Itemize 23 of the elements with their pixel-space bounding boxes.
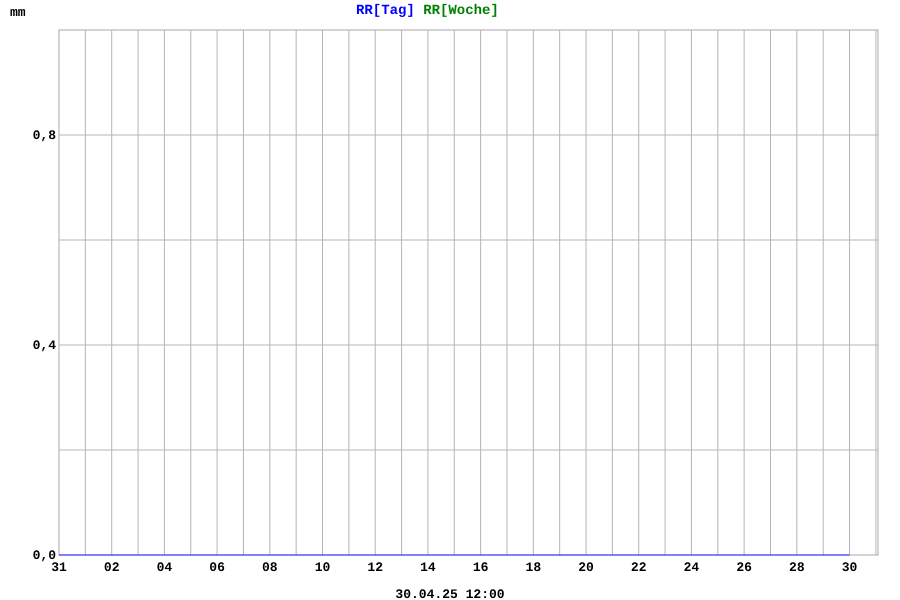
x-tick-label: 04 (156, 560, 172, 575)
x-tick-label: 20 (578, 560, 594, 575)
x-tick-label: 02 (104, 560, 120, 575)
y-axis-unit: mm (10, 5, 26, 20)
x-tick-label: 08 (262, 560, 278, 575)
y-tick-label: 0,0 (32, 548, 56, 563)
x-tick-label: 24 (684, 560, 700, 575)
x-tick-label: 22 (630, 560, 647, 575)
x-tick-label: 28 (789, 560, 805, 575)
x-tick-label: 30 (842, 560, 858, 575)
x-tick-label: 31 (51, 560, 67, 575)
x-tick-label: 18 (526, 560, 542, 575)
x-tick-label: 16 (472, 560, 488, 575)
x-tick-label: 26 (736, 560, 752, 575)
x-tick-label: 10 (314, 560, 330, 575)
x-tick-label: 12 (367, 560, 384, 575)
x-tick-label: 06 (209, 560, 225, 575)
legend-label: RR[Woche] (423, 3, 499, 19)
legend-label: RR[Tag] (356, 3, 415, 19)
y-tick-label: 0,8 (32, 128, 56, 143)
x-tick-label: 14 (420, 560, 436, 575)
x-axis-label: 30.04.25 12:00 (395, 587, 505, 600)
y-tick-label: 0,4 (32, 338, 56, 353)
